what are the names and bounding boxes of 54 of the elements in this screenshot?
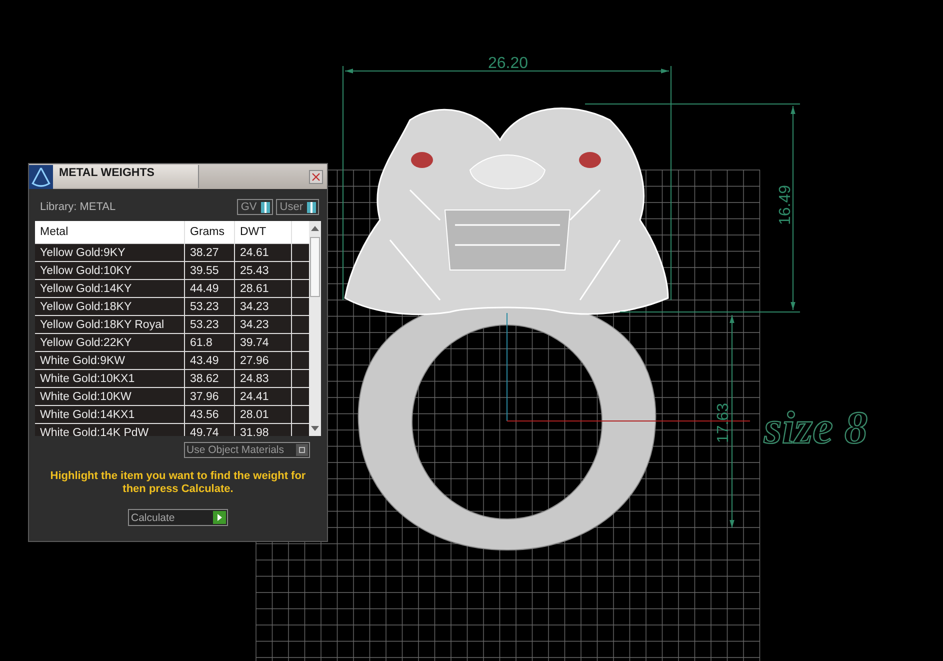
table-cell[interactable]: Yellow Gold:9KY xyxy=(35,244,185,261)
table-cell[interactable]: 27.96 xyxy=(235,352,292,369)
table-cell[interactable]: 49.74 xyxy=(185,424,235,436)
table-cell[interactable]: Yellow Gold:10KY xyxy=(35,262,185,279)
table-cell[interactable]: 61.8 xyxy=(185,334,235,351)
toggle-button[interactable]: GV xyxy=(236,199,273,215)
column-header[interactable]: DWT xyxy=(235,221,292,243)
dimension-label: 17.63 xyxy=(715,402,732,444)
table-cell[interactable]: 24.41 xyxy=(235,388,292,405)
table-cell[interactable]: Yellow Gold:14KY xyxy=(35,280,185,297)
dimension-label: 16.49 xyxy=(777,184,794,226)
table-cell[interactable]: 31.98 xyxy=(235,424,292,436)
table-cell[interactable]: 53.23 xyxy=(185,298,235,315)
up-arrow-icon[interactable] xyxy=(311,225,319,231)
table-cell[interactable]: White Gold:10KX1 xyxy=(35,370,185,387)
table-cell[interactable]: Yellow Gold:18KY xyxy=(35,298,185,315)
table-cell[interactable]: 24.83 xyxy=(235,370,292,387)
table-cell[interactable]: 44.49 xyxy=(185,280,235,297)
play-icon xyxy=(213,511,226,524)
table-cell[interactable]: 43.49 xyxy=(185,352,235,369)
panel-title: METAL WEIGHTS xyxy=(53,165,199,188)
scrollbar-thumb[interactable] xyxy=(310,237,320,297)
library-label: Library: METAL xyxy=(40,201,116,213)
table-cell[interactable]: 53.23 xyxy=(185,316,235,333)
table-cell[interactable]: 24.61 xyxy=(235,244,292,261)
table-cell[interactable]: 28.01 xyxy=(235,406,292,423)
calculate-button[interactable]: Calculate xyxy=(128,509,228,526)
table-cell[interactable]: 39.55 xyxy=(185,262,235,279)
table-cell[interactable]: 39.74 xyxy=(235,334,292,351)
table-cell[interactable]: Yellow Gold:22KY xyxy=(35,334,185,351)
scrollbar[interactable] xyxy=(309,221,321,436)
column-header[interactable]: Metal xyxy=(35,221,185,243)
table-cell[interactable]: 38.62 xyxy=(185,370,235,387)
table-cell[interactable]: 28.61 xyxy=(235,280,292,297)
table-cell[interactable]: Yellow Gold:18KY Royal xyxy=(35,316,185,333)
table-cell[interactable]: 34.23 xyxy=(235,316,292,333)
column-header[interactable]: Grams xyxy=(185,221,235,243)
close-icon[interactable] xyxy=(309,170,323,184)
scale-icon xyxy=(29,164,53,188)
table-cell[interactable]: White Gold:14KX1 xyxy=(35,406,185,423)
table-cell[interactable]: 25.43 xyxy=(235,262,292,279)
table-cell[interactable]: 43.56 xyxy=(185,406,235,423)
table-cell[interactable]: White Gold:9KW xyxy=(35,352,185,369)
table-cell[interactable]: 34.23 xyxy=(235,298,292,315)
table-cell[interactable]: White Gold:14K PdW xyxy=(35,424,185,436)
dimension-label: 26.20 xyxy=(488,55,528,72)
instruction-text: Highlight the item you want to find the weight for then press Calculate. xyxy=(49,470,307,496)
table-cell[interactable]: 38.27 xyxy=(185,244,235,261)
size-label: size 8 xyxy=(764,402,868,453)
use-object-materials-toggle[interactable]: Use Object Materials xyxy=(184,442,310,458)
table-cell[interactable]: 37.96 xyxy=(185,388,235,405)
table-cell[interactable]: White Gold:10KW xyxy=(35,388,185,405)
down-arrow-icon[interactable] xyxy=(311,426,319,432)
toggle-button[interactable]: User xyxy=(276,199,319,215)
